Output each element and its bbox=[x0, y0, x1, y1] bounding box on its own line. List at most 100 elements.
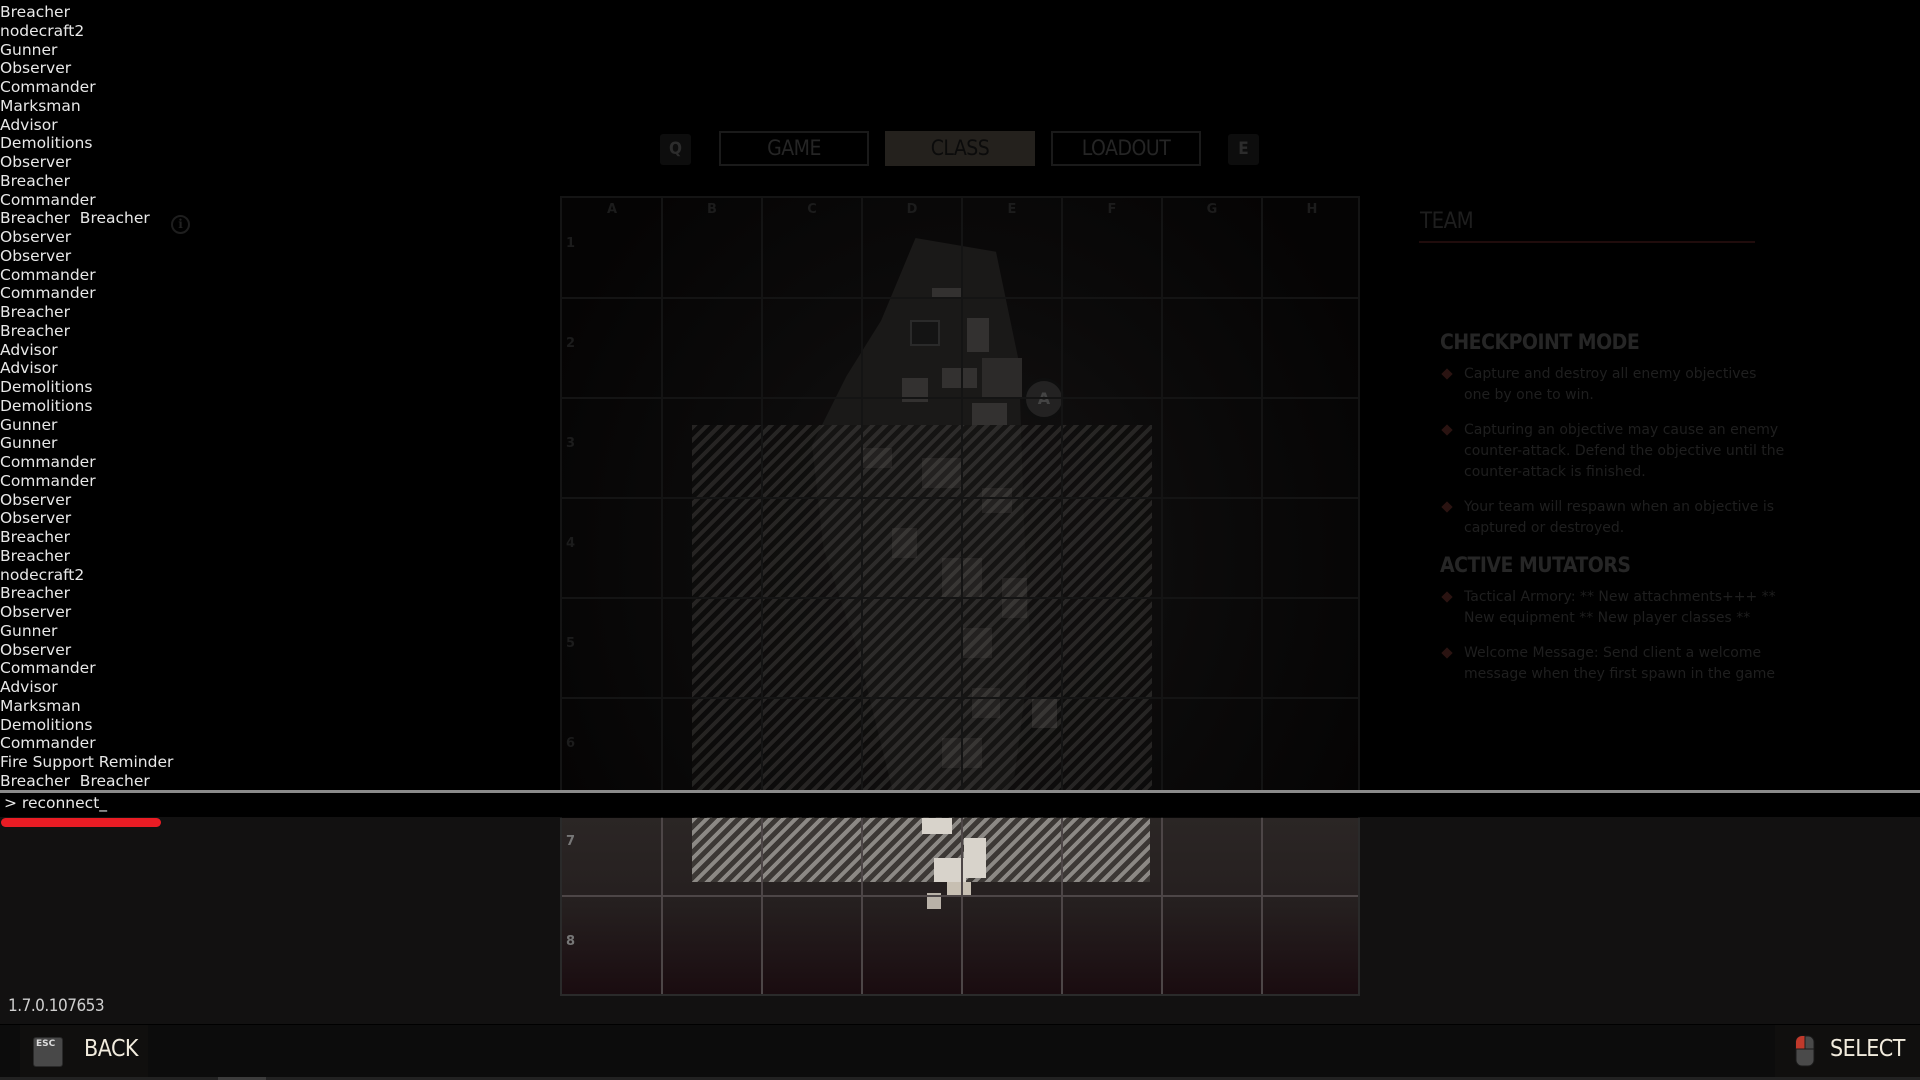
back-button[interactable]: ESC BACK bbox=[20, 1025, 148, 1077]
diamond-bullet-icon bbox=[1441, 424, 1453, 436]
objective-marker[interactable]: A bbox=[1023, 378, 1065, 420]
console-log-line: Breacher bbox=[0, 546, 70, 565]
next-tab-key[interactable]: E bbox=[1228, 134, 1259, 165]
grid-line bbox=[562, 497, 1358, 499]
console-input[interactable]: > reconnect_ bbox=[0, 793, 1920, 817]
console-log-line: Commander bbox=[0, 453, 96, 471]
grid-row-label: 8 bbox=[566, 934, 576, 949]
grid-row-label: 1 bbox=[566, 236, 576, 251]
mode-title: CHECKPOINT MODE bbox=[1440, 330, 1640, 354]
diamond-bullet-icon bbox=[1441, 501, 1453, 513]
bullet-text: Welcome Message: Send client a welcome m… bbox=[1464, 645, 1776, 682]
map-building bbox=[947, 882, 971, 896]
console-log-line: Breacher Breacher bbox=[0, 209, 150, 228]
diamond-bullet-icon bbox=[1441, 368, 1453, 380]
grid-line bbox=[562, 597, 1358, 599]
map-building bbox=[972, 403, 1007, 425]
console-input-underline bbox=[1, 818, 161, 827]
prev-tab-key[interactable]: Q bbox=[660, 134, 691, 165]
diamond-bullet-icon bbox=[1441, 647, 1453, 659]
console-log-line: Demolitions bbox=[0, 134, 93, 153]
console-log-line: Advisor bbox=[0, 678, 58, 696]
console-log-line: Commander bbox=[0, 265, 96, 284]
console-log-line: nodecraft2 bbox=[0, 21, 85, 40]
console-log-line: Fire Support Reminder bbox=[0, 753, 174, 771]
grid-line bbox=[1161, 818, 1163, 994]
select-button[interactable]: SELECT bbox=[1775, 1025, 1920, 1077]
console-log-line: Observer bbox=[0, 490, 72, 509]
tab-class[interactable]: CLASS bbox=[885, 131, 1035, 166]
mouse-left-click-icon bbox=[1795, 1035, 1815, 1067]
console-log-line: Breacher Breacher bbox=[0, 771, 150, 790]
info-bullet: Tactical Armory: ** New attachments+++ *… bbox=[1440, 587, 1785, 629]
grid-line bbox=[861, 818, 863, 994]
map-building bbox=[942, 368, 977, 388]
select-label: SELECT bbox=[1830, 1036, 1905, 1062]
console-log-line: Commander bbox=[0, 471, 96, 490]
mutators-title: ACTIVE MUTATORS bbox=[1440, 553, 1631, 577]
console-log-line: Observer bbox=[0, 509, 72, 528]
info-bullet: Capturing an objective may cause an enem… bbox=[1440, 420, 1785, 483]
grid-row-label: 4 bbox=[566, 536, 576, 551]
bullet-text: Your team will respawn when an objective… bbox=[1464, 499, 1774, 536]
grid-row-label: 7 bbox=[566, 834, 576, 849]
console-log-line: Marksman bbox=[0, 696, 81, 715]
bullet-text: Capturing an objective may cause an enem… bbox=[1464, 422, 1785, 480]
grid-row-label: 6 bbox=[566, 736, 576, 751]
console-log-line: Breacher bbox=[0, 303, 70, 321]
console-log-line: Commander bbox=[0, 734, 96, 753]
console-log-line: Breacher bbox=[0, 171, 70, 190]
grid-line bbox=[562, 895, 1358, 897]
console-log-line: Breacher bbox=[0, 3, 70, 21]
bullet-text: Capture and destroy all enemy objectives… bbox=[1464, 366, 1757, 403]
grid-row-label: 3 bbox=[566, 436, 576, 451]
team-divider bbox=[1419, 241, 1755, 243]
info-bullet: Your team will respawn when an objective… bbox=[1440, 497, 1785, 539]
console-log-line: Advisor bbox=[0, 359, 58, 378]
team-title: TEAM bbox=[1420, 209, 1474, 234]
console-input-text[interactable]: > reconnect_ bbox=[4, 794, 107, 812]
console-log-line: Breacher bbox=[0, 528, 70, 546]
console-log-line: Demolitions bbox=[0, 396, 93, 415]
grid-line bbox=[961, 818, 963, 994]
info-bullet: Welcome Message: Send client a welcome m… bbox=[1440, 643, 1785, 685]
info-bullet: Capture and destroy all enemy objectives… bbox=[1440, 364, 1785, 406]
console-log-line: Gunner bbox=[0, 40, 58, 59]
footer-backdrop bbox=[0, 996, 1920, 1024]
grid-column-label: F bbox=[1107, 202, 1117, 217]
diamond-bullet-icon bbox=[1441, 591, 1453, 603]
grid-column-label: A bbox=[606, 202, 618, 217]
map-building bbox=[967, 318, 989, 352]
console-log-line: Marksman bbox=[0, 96, 81, 115]
console-log-line: Observer bbox=[0, 603, 72, 621]
console-log-line: Advisor bbox=[0, 340, 58, 359]
map-building bbox=[922, 818, 952, 834]
console-log-line: Demolitions bbox=[0, 715, 93, 734]
tactical-map-lower[interactable]: 78 bbox=[560, 818, 1360, 996]
grid-line bbox=[562, 397, 1358, 399]
grid-column-label: D bbox=[906, 202, 918, 217]
console-log: Breacher nodecraft2 Gunner Observer Commande… bbox=[0, 3, 200, 791]
console-log-line: Observer bbox=[0, 59, 72, 78]
grid-column-label: B bbox=[707, 202, 717, 217]
game-mode-panel: CHECKPOINT MODE Capture and destroy all … bbox=[1440, 330, 1785, 699]
console-log-line: Gunner bbox=[0, 415, 58, 434]
back-label: BACK bbox=[84, 1036, 138, 1062]
supply-cache-icon bbox=[910, 320, 940, 346]
bullet-text: Tactical Armory: ** New attachments+++ *… bbox=[1464, 589, 1776, 626]
console-log-line: Breacher bbox=[0, 584, 70, 603]
esc-key-icon: ESC bbox=[33, 1037, 63, 1067]
console-log-line: Commander bbox=[0, 659, 96, 678]
grid-row-label: 5 bbox=[566, 636, 576, 651]
grid-line bbox=[562, 697, 1358, 699]
tab-game[interactable]: GAME bbox=[719, 131, 869, 166]
console-log-line: Commander bbox=[0, 190, 96, 209]
footer-bar: ESC BACK SELECT bbox=[0, 1025, 1920, 1077]
console-log-line: Commander bbox=[0, 78, 96, 96]
tab-loadout[interactable]: LOADOUT bbox=[1051, 131, 1201, 166]
map-building bbox=[964, 838, 986, 878]
console-log-line: Observer bbox=[0, 228, 72, 246]
version-label: 1.7.0.107653 bbox=[8, 996, 105, 1016]
grid-column-label: G bbox=[1206, 202, 1218, 217]
grid-line bbox=[1061, 818, 1063, 994]
